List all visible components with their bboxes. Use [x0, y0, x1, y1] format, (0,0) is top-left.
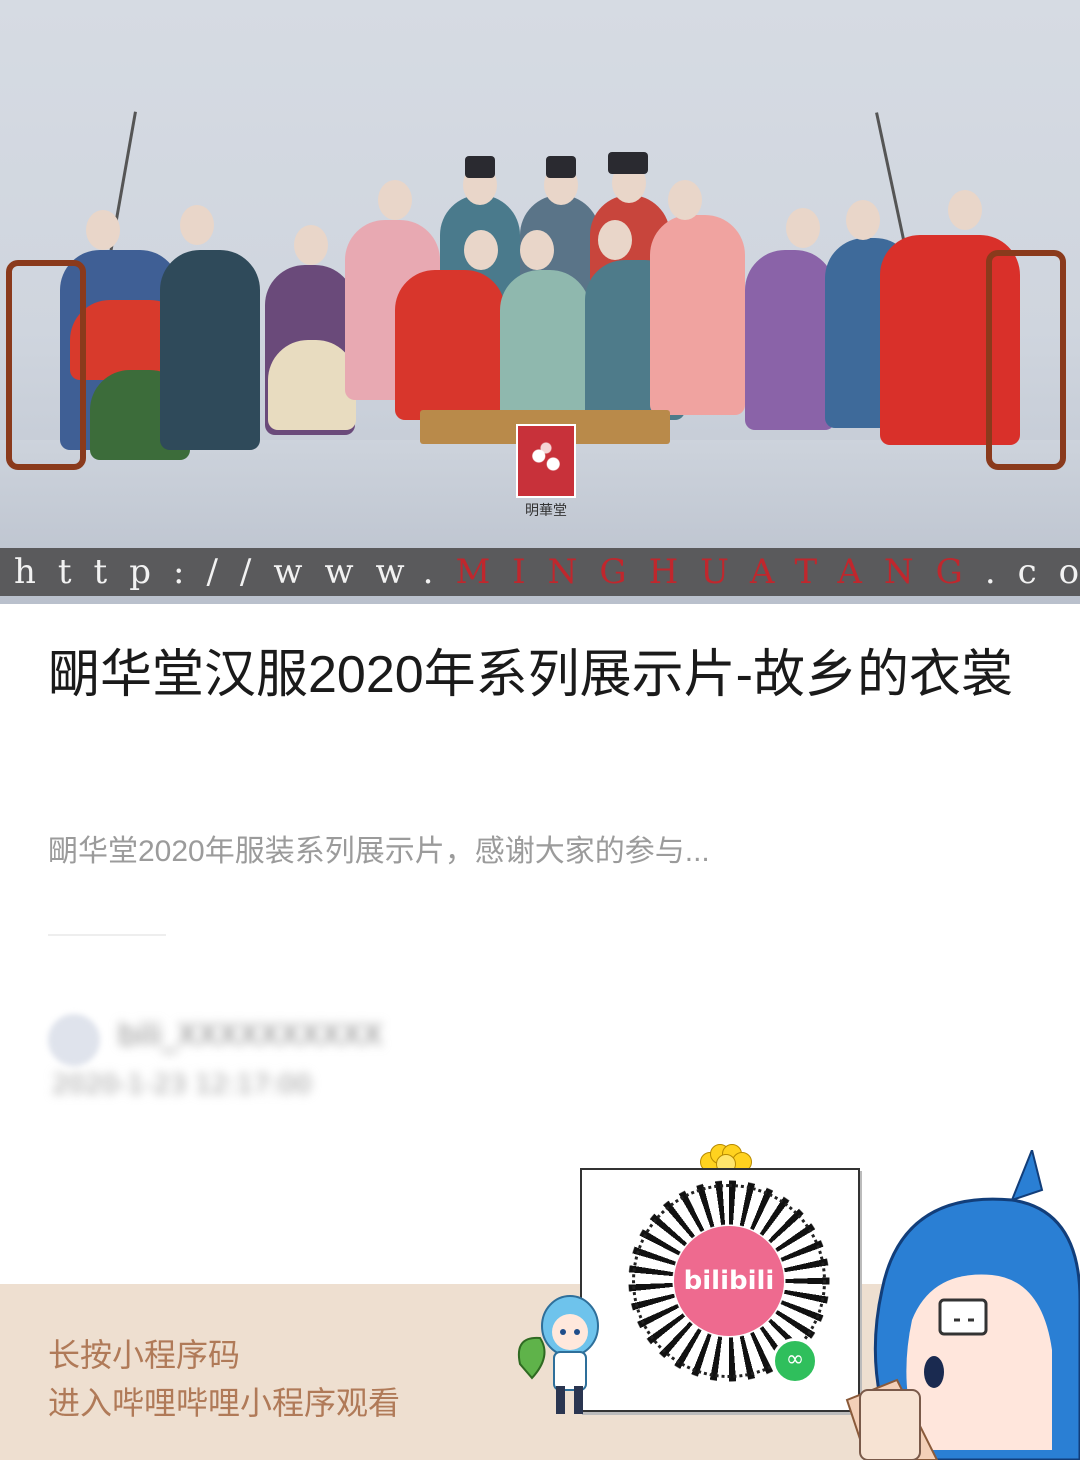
person-head	[180, 205, 214, 245]
url-brand: MINGHUATANG	[455, 552, 985, 592]
video-description: 朙华堂2020年服装系列展示片，感谢大家的参与...	[48, 835, 710, 868]
person-head	[598, 220, 632, 260]
chair	[6, 260, 86, 470]
person-hat	[608, 152, 648, 174]
hero-photo[interactable]: 明華堂 http://www.MINGHUATANG.com	[0, 0, 1080, 604]
person-head	[378, 180, 412, 220]
mascot-large-icon	[845, 1150, 1080, 1460]
author-username-blurred[interactable]: bili_XXXXXXXXXX	[118, 1018, 488, 1058]
mascot-small-icon	[518, 1295, 599, 1414]
person-hat	[465, 156, 495, 178]
divider	[48, 934, 166, 936]
wechat-mini-program-icon: ∞	[772, 1338, 818, 1384]
footer-instruction-line1: 长按小程序码	[48, 1336, 241, 1374]
person	[160, 250, 260, 450]
publish-date-blurred: 2020-1-23 12:17:00	[52, 1070, 312, 1100]
video-title[interactable]: 朙华堂汉服2020年系列展示片-故乡的衣裳	[48, 640, 1038, 710]
person	[650, 215, 745, 415]
footer-instruction-line2: 进入哔哩哔哩小程序观看	[48, 1384, 401, 1422]
person-head	[86, 210, 120, 250]
person-head	[520, 230, 554, 270]
person	[745, 250, 835, 430]
person-head	[294, 225, 328, 265]
logo-seal-mark	[516, 424, 576, 498]
url-suffix: .com	[984, 552, 1080, 592]
person-head	[786, 208, 820, 248]
person	[500, 270, 590, 420]
person-head	[464, 230, 498, 270]
person-head	[846, 200, 880, 240]
logo-caption: 明華堂	[525, 503, 567, 519]
avatar[interactable]	[48, 1014, 100, 1066]
person-skirt	[268, 340, 356, 430]
person-hat	[546, 156, 576, 178]
person-head	[668, 180, 702, 220]
url-prefix: http://www.	[14, 552, 456, 592]
person-head	[948, 190, 982, 230]
chair	[986, 250, 1066, 470]
person	[395, 270, 505, 420]
watermark-url-bar: http://www.MINGHUATANG.com	[0, 548, 1080, 596]
minghuatang-logo: 明華堂	[516, 424, 576, 519]
bilibili-logo: bilibili	[674, 1226, 784, 1336]
